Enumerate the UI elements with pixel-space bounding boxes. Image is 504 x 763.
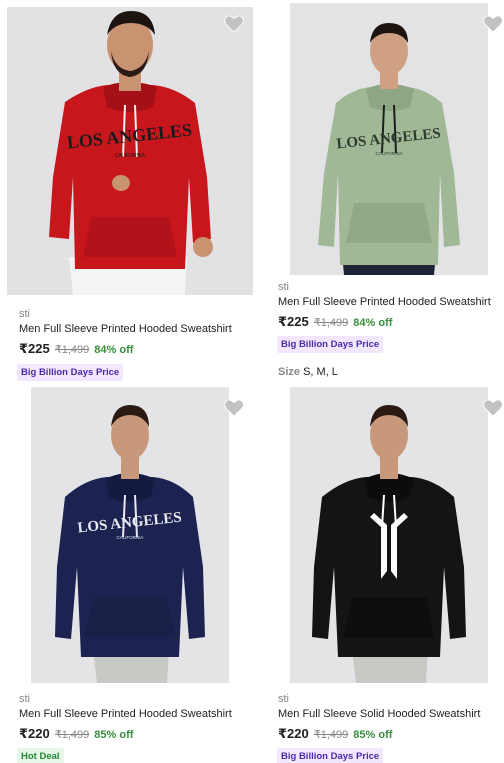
discount: 85% off	[353, 729, 393, 741]
model-photo: LOS ANGELES CALIFORNIA	[31, 387, 229, 683]
brand-name: sti	[19, 693, 30, 705]
wishlist-heart-icon[interactable]	[482, 397, 504, 419]
model-photo: LOS ANGELES CALIFORNIA	[7, 7, 253, 295]
product-card-4[interactable]: sti Men Full Sleeve Solid Hooded Sweatsh…	[262, 382, 504, 763]
price-row: ₹220 ₹1,499 85% off	[19, 726, 133, 742]
wishlist-heart-icon[interactable]	[223, 13, 245, 35]
product-image[interactable]	[290, 387, 488, 683]
deal-badge: Big Billion Days Price	[277, 748, 384, 763]
product-title[interactable]: Men Full Sleeve Printed Hooded Sweatshir…	[278, 296, 491, 308]
price: ₹225	[278, 314, 309, 329]
price-row: ₹225 ₹1,499 84% off	[278, 314, 392, 330]
price-row: ₹220 ₹1,499 85% off	[278, 726, 392, 742]
product-title[interactable]: Men Full Sleeve Printed Hooded Sweatshir…	[19, 323, 232, 335]
product-card-3[interactable]: LOS ANGELES CALIFORNIA sti Men Full Slee…	[0, 382, 252, 763]
size-options: Size S, M, L	[278, 366, 338, 378]
svg-text:CALIFORNIA: CALIFORNIA	[116, 535, 143, 540]
price-row: ₹225 ₹1,499 84% off	[19, 341, 133, 357]
model-photo	[290, 387, 488, 683]
brand-name: sti	[19, 308, 30, 320]
wishlist-heart-icon[interactable]	[482, 13, 504, 35]
brand-name: sti	[278, 281, 289, 293]
model-photo: LOS ANGELES CALIFORNIA	[290, 3, 488, 275]
discount: 84% off	[353, 317, 393, 329]
product-title[interactable]: Men Full Sleeve Printed Hooded Sweatshir…	[19, 708, 232, 720]
mrp: ₹1,499	[313, 729, 349, 741]
svg-text:CALIFORNIA: CALIFORNIA	[375, 151, 402, 156]
discount: 85% off	[94, 729, 134, 741]
price: ₹220	[19, 726, 50, 741]
deal-badge: Big Billion Days Price	[17, 364, 124, 381]
price: ₹225	[19, 341, 50, 356]
price: ₹220	[278, 726, 309, 741]
mrp: ₹1,499	[54, 344, 90, 356]
mrp: ₹1,499	[313, 317, 349, 329]
size-values: S, M, L	[303, 366, 338, 378]
discount: 84% off	[94, 344, 134, 356]
deal-badge: Big Billion Days Price	[277, 336, 384, 353]
brand-name: sti	[278, 693, 289, 705]
product-card-1[interactable]: LOS ANGELES CALIFORNIA sti Men Full Slee…	[0, 0, 253, 382]
product-image[interactable]: LOS ANGELES CALIFORNIA	[7, 7, 253, 295]
deal-badge: Hot Deal	[17, 748, 64, 763]
product-title[interactable]: Men Full Sleeve Solid Hooded Sweatshirt	[278, 708, 480, 720]
svg-text:CALIFORNIA: CALIFORNIA	[115, 153, 146, 159]
wishlist-heart-icon[interactable]	[223, 397, 245, 419]
size-label: Size	[278, 366, 301, 378]
mrp: ₹1,499	[54, 729, 90, 741]
product-card-2[interactable]: LOS ANGELES CALIFORNIA sti Men Full Slee…	[262, 0, 504, 382]
product-image[interactable]: LOS ANGELES CALIFORNIA	[290, 3, 488, 275]
product-image[interactable]: LOS ANGELES CALIFORNIA	[31, 387, 229, 683]
